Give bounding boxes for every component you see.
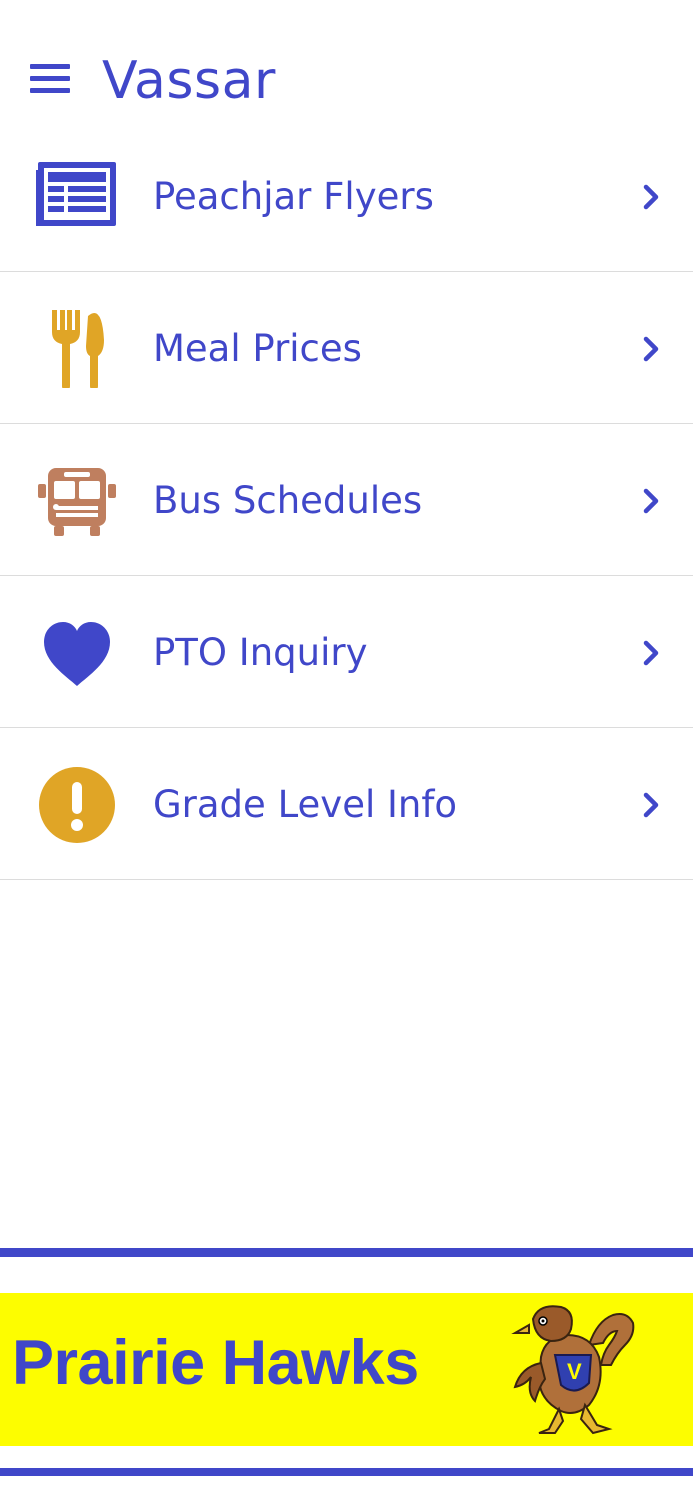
banner-text: Prairie Hawks (12, 1328, 419, 1398)
menu-item-label: Grade Level Info (153, 783, 458, 826)
chevron-right-icon (643, 184, 659, 210)
menu-item-label: PTO Inquiry (153, 631, 368, 674)
heart-icon (44, 622, 110, 686)
prairie-hawks-banner[interactable]: Prairie Hawks V (0, 1293, 693, 1446)
svg-text:V: V (567, 1359, 582, 1384)
fork-knife-icon (52, 310, 104, 388)
hamburger-menu-icon[interactable] (28, 60, 72, 96)
chevron-right-icon (643, 488, 659, 514)
menu-list: Peachjar Flyers Meal Prices Bus Schedule… (0, 120, 693, 880)
newspaper-icon (36, 162, 116, 226)
app-header: Vassar (0, 0, 693, 140)
menu-item-peachjar-flyers[interactable]: Peachjar Flyers (0, 120, 693, 272)
menu-item-meal-prices[interactable]: Meal Prices (0, 272, 693, 424)
menu-item-label: Peachjar Flyers (153, 175, 434, 218)
menu-item-label: Meal Prices (153, 327, 362, 370)
hawk-mascot-logo: V (511, 1305, 635, 1435)
banner-bottom-rule (0, 1468, 693, 1476)
menu-item-grade-level-info[interactable]: Grade Level Info (0, 728, 693, 880)
app-screen: Vassar Peachjar Flyers Meal Prices Bus S… (0, 0, 693, 1500)
exclamation-circle-icon (39, 767, 115, 843)
chevron-right-icon (643, 336, 659, 362)
page-title: Vassar (102, 51, 276, 111)
bus-icon (38, 468, 116, 536)
chevron-right-icon (643, 792, 659, 818)
menu-item-bus-schedules[interactable]: Bus Schedules (0, 424, 693, 576)
menu-item-label: Bus Schedules (153, 479, 423, 522)
banner-top-rule (0, 1248, 693, 1257)
chevron-right-icon (643, 640, 659, 666)
menu-item-pto-inquiry[interactable]: PTO Inquiry (0, 576, 693, 728)
